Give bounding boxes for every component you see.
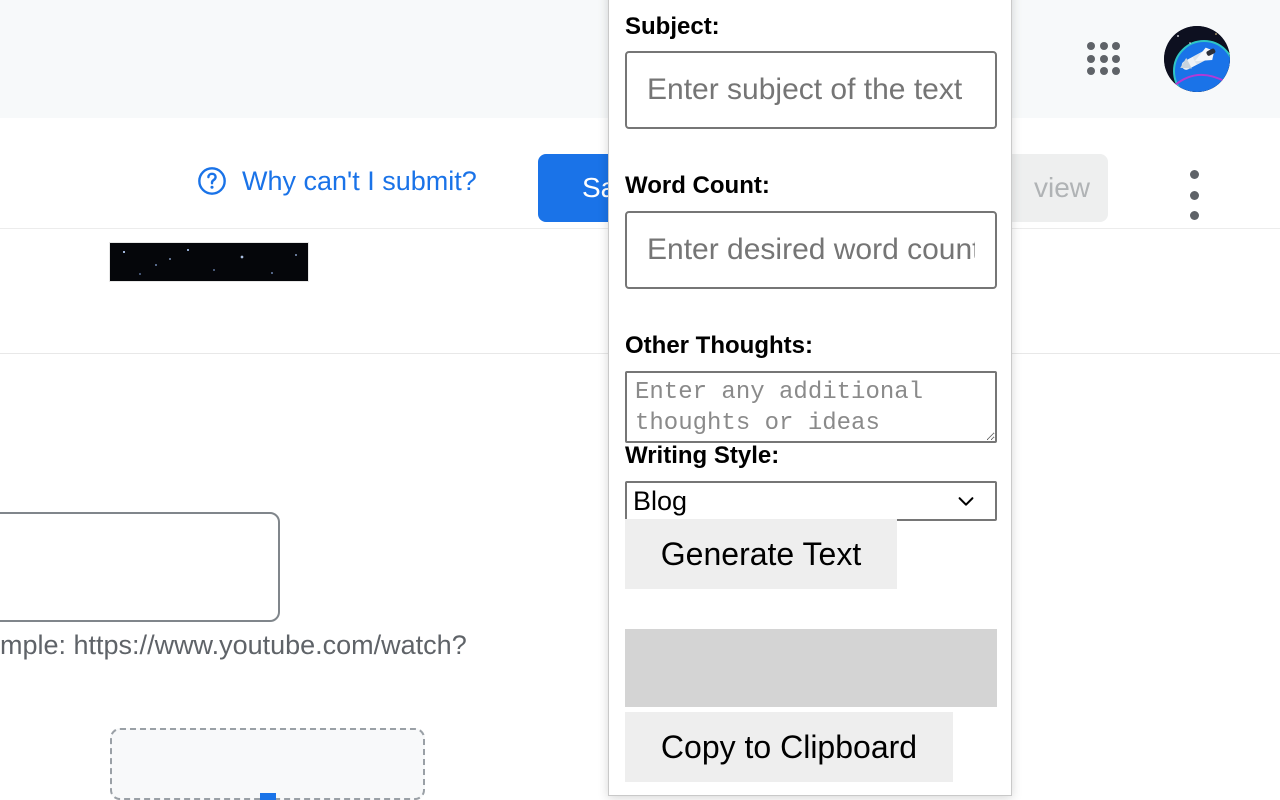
apps-dot xyxy=(1099,42,1108,50)
why-cant-i-submit-link[interactable]: Why can't I submit? xyxy=(196,165,477,197)
dropzone-indicator xyxy=(259,793,276,800)
generated-text-output[interactable] xyxy=(625,629,997,707)
writing-style-label: Writing Style: xyxy=(625,442,780,469)
file-dropzone[interactable] xyxy=(110,728,425,800)
word-count-label: Word Count: xyxy=(625,172,770,199)
apps-dot xyxy=(1087,42,1095,50)
more-vertical-icon[interactable] xyxy=(1186,170,1202,220)
url-input[interactable] xyxy=(0,512,280,622)
generate-text-button[interactable]: Generate Text xyxy=(625,519,897,589)
subject-input[interactable] xyxy=(625,51,997,129)
apps-grid-icon[interactable] xyxy=(1085,40,1123,78)
apps-dot xyxy=(1099,54,1108,63)
apps-dot xyxy=(1112,67,1121,76)
other-thoughts-textarea[interactable] xyxy=(625,371,997,443)
apps-dot xyxy=(1087,54,1095,63)
copy-to-clipboard-button[interactable]: Copy to Clipboard xyxy=(625,712,953,782)
apps-dot xyxy=(1087,67,1095,76)
why-cant-i-submit-label: Why can't I submit? xyxy=(242,165,477,196)
word-count-input[interactable] xyxy=(625,211,997,289)
kebab-dot xyxy=(1189,170,1199,179)
apps-dot xyxy=(1112,42,1121,50)
kebab-dot xyxy=(1189,211,1199,220)
screen: Why can't I submit? Sa view mple: https:… xyxy=(0,0,1280,800)
apps-dot xyxy=(1112,54,1121,63)
kebab-dot xyxy=(1189,190,1199,200)
other-thoughts-label: Other Thoughts: xyxy=(625,332,813,359)
starfield-thumbnail xyxy=(110,243,308,281)
subject-label: Subject: xyxy=(625,13,720,40)
help-circle-icon xyxy=(198,167,226,195)
writing-style-select[interactable]: Blog xyxy=(625,481,997,521)
apps-dot xyxy=(1099,67,1108,76)
extension-popup-panel: Subject: Word Count: Other Thoughts: Wri… xyxy=(608,0,1012,796)
avatar[interactable] xyxy=(1164,26,1230,92)
space-shuttle-avatar xyxy=(1164,26,1230,92)
url-hint-text: mple: https://www.youtube.com/watch? xyxy=(0,630,467,660)
